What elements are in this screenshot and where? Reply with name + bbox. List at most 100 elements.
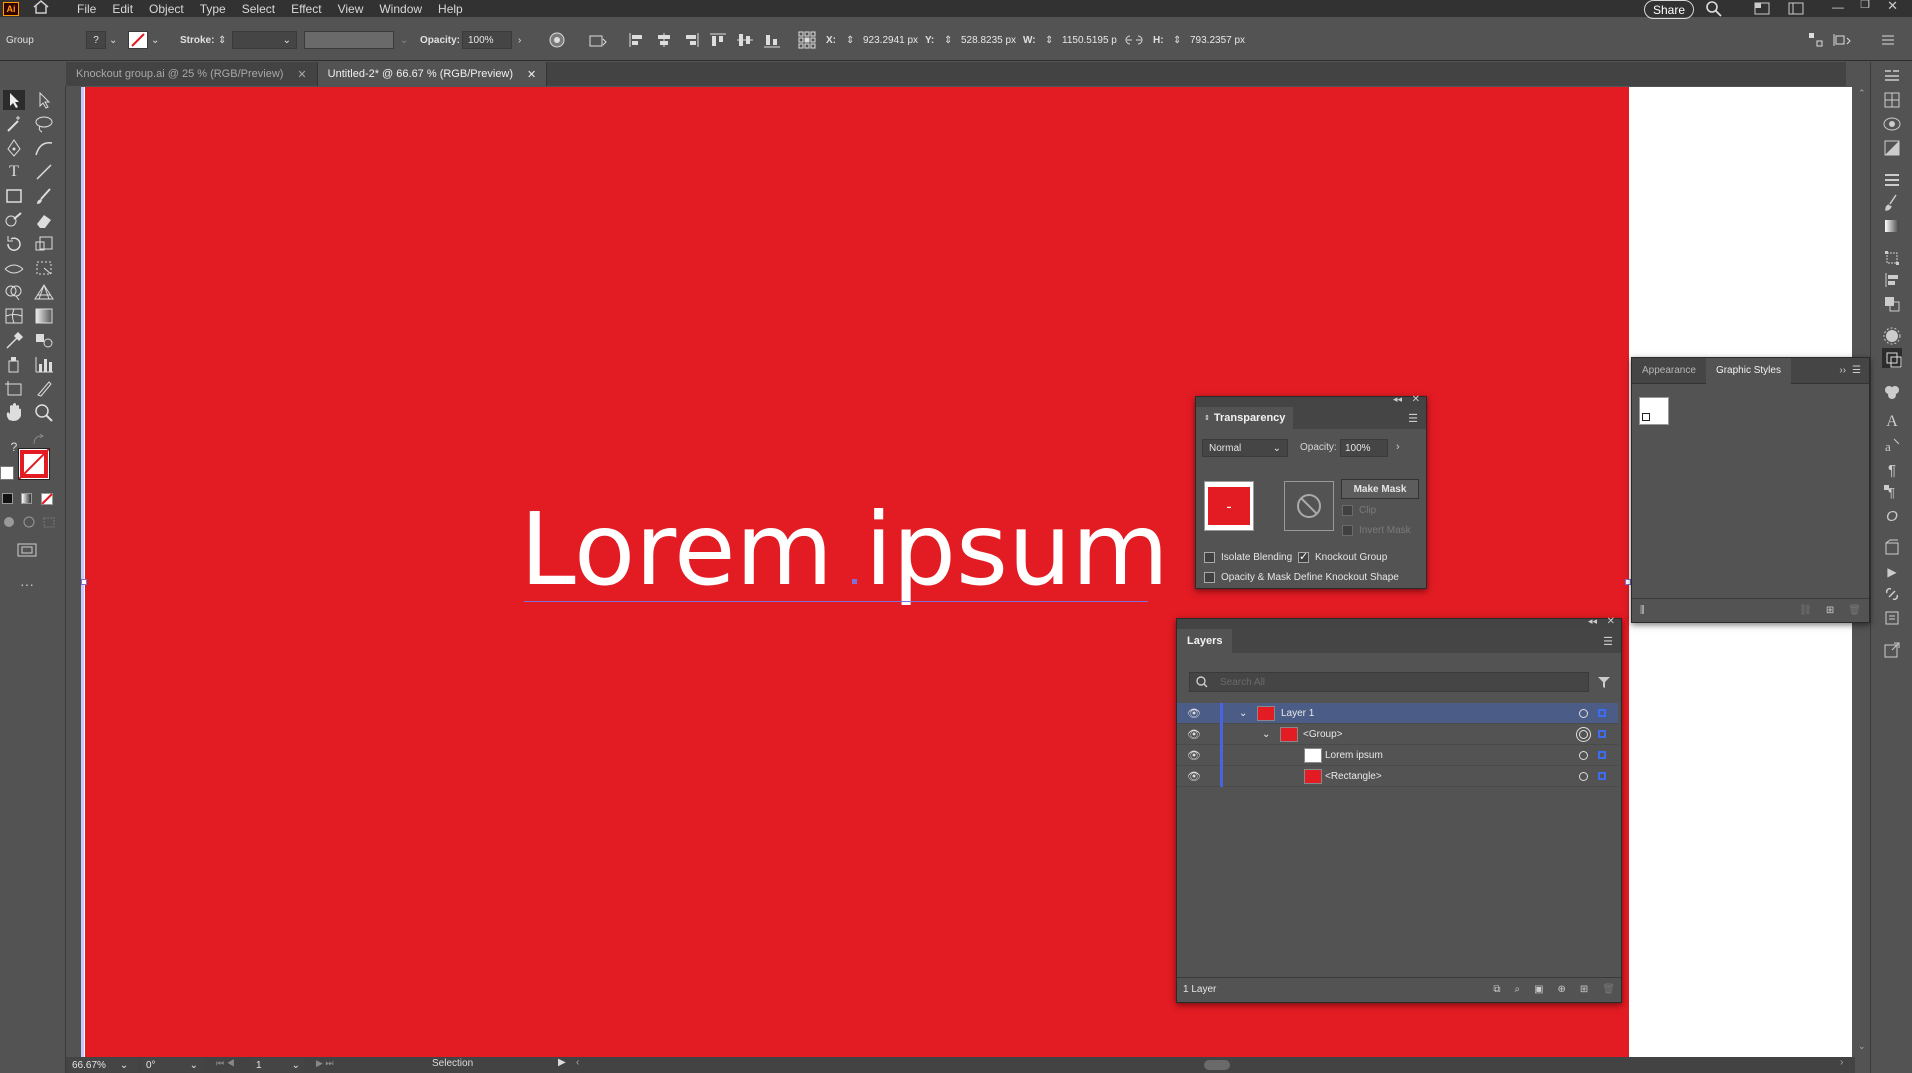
panel-title-bar[interactable]: ◂◂ ✕ xyxy=(1196,394,1426,407)
minimize-window-icon[interactable]: — xyxy=(1832,0,1844,14)
make-mask-button[interactable]: Make Mask xyxy=(1341,479,1419,499)
glyphs-icon[interactable]: a xyxy=(1882,436,1902,456)
layer-row-layer-1[interactable]: 👁 ⌄ Layer 1 xyxy=(1177,703,1618,724)
transform-options-icon[interactable] xyxy=(1808,32,1824,48)
chevron-down-icon[interactable]: ⌄ xyxy=(151,35,159,46)
hand-tool-icon[interactable] xyxy=(2,401,26,423)
tab-knockout-group[interactable]: Knockout group.ai @ 25 % (RGB/Preview) ✕ xyxy=(66,62,318,86)
transparency-panel-icon[interactable] xyxy=(1882,326,1902,346)
zoom-tool-icon[interactable] xyxy=(32,401,56,423)
opacity-input[interactable]: 100% xyxy=(1340,439,1388,457)
artboard-tool-icon[interactable] xyxy=(2,377,26,399)
chevron-down-icon[interactable]: ⌄ xyxy=(109,35,117,46)
make-clipping-mask-icon[interactable]: ▣ xyxy=(1534,984,1543,995)
panel-menu-icon[interactable]: ☰ xyxy=(1852,365,1861,376)
object-thumbnail[interactable]: ▬ xyxy=(1204,481,1254,531)
graphic-styles-library-icon[interactable]: ⫼ xyxy=(1640,605,1645,616)
draw-normal-icon[interactable] xyxy=(2,516,16,528)
gradient-tool-icon[interactable] xyxy=(32,305,56,327)
close-icon[interactable]: ✕ xyxy=(1607,616,1615,627)
bounding-box-handle-left[interactable] xyxy=(81,579,87,585)
color-mode-icon[interactable] xyxy=(2,493,13,504)
layer-row-group[interactable]: 👁 ⌄ <Group> xyxy=(1177,724,1618,745)
recolor-artwork-icon[interactable] xyxy=(548,31,566,49)
slice-tool-icon[interactable] xyxy=(32,377,56,399)
workspace-icon[interactable] xyxy=(1754,2,1770,18)
artboard-navigation[interactable]: 1 ⌄ xyxy=(252,1058,304,1072)
stroke-panel-icon[interactable] xyxy=(1882,170,1902,190)
menu-type[interactable]: Type xyxy=(192,2,234,16)
h-stepper[interactable]: ⇕ xyxy=(1173,19,1181,61)
shaper-tool-icon[interactable] xyxy=(2,209,26,231)
menu-view[interactable]: View xyxy=(330,2,372,16)
stroke-weight-stepper[interactable]: ⇕ xyxy=(218,35,226,46)
align-bottom-icon[interactable] xyxy=(763,32,781,48)
magic-wand-tool-icon[interactable] xyxy=(2,113,26,135)
scroll-left-icon[interactable]: ‹ xyxy=(576,1057,579,1068)
locate-object-icon[interactable]: ⌕ xyxy=(1514,984,1520,995)
scale-tool-icon[interactable] xyxy=(32,233,56,255)
tab-transparency[interactable]: ⇕ Transparency xyxy=(1196,407,1294,429)
stroke-swatch[interactable] xyxy=(128,31,148,49)
layer-name[interactable]: Layer 1 xyxy=(1281,708,1314,719)
eyedropper-tool-icon[interactable] xyxy=(2,329,26,351)
collapse-panel-icon[interactable]: ›› xyxy=(1839,365,1846,376)
constrain-proportions-icon[interactable] xyxy=(1125,33,1143,47)
align-vertical-center-icon[interactable] xyxy=(736,32,754,48)
chevron-right-icon[interactable]: › xyxy=(1396,441,1400,453)
character-panel-icon[interactable]: A xyxy=(1882,412,1902,432)
panel-menu-icon[interactable] xyxy=(1880,33,1896,47)
scroll-up-icon[interactable]: ⌃ xyxy=(1858,88,1866,99)
rotate-tool-icon[interactable] xyxy=(2,233,26,255)
filter-icon[interactable] xyxy=(1597,675,1611,689)
appearance-panel-icon[interactable] xyxy=(1882,348,1902,368)
artboards-panel-icon[interactable] xyxy=(1882,608,1902,628)
target-icon[interactable] xyxy=(1579,750,1588,760)
home-icon[interactable] xyxy=(33,0,49,17)
width-tool-icon[interactable] xyxy=(2,257,26,279)
paragraph-styles-icon[interactable]: ¶ xyxy=(1882,482,1902,502)
blend-mode-select[interactable]: Normal ⌄ xyxy=(1202,439,1288,457)
perspective-grid-tool-icon[interactable] xyxy=(32,281,56,303)
y-stepper[interactable]: ⇕ xyxy=(944,19,952,61)
align-panel-icon[interactable] xyxy=(1882,270,1902,290)
selection-indicator[interactable] xyxy=(1598,772,1606,780)
layers-search-field[interactable]: Search All xyxy=(1189,672,1589,692)
close-icon[interactable]: ✕ xyxy=(1412,394,1420,405)
knockout-group-checkbox[interactable] xyxy=(1298,550,1309,563)
menu-object[interactable]: Object xyxy=(141,2,192,16)
paintbrush-tool-icon[interactable] xyxy=(32,185,56,207)
pathfinder-icon[interactable] xyxy=(1882,294,1902,314)
chevron-right-icon[interactable]: › xyxy=(518,19,521,61)
opentype-icon[interactable]: O xyxy=(1882,506,1902,526)
scroll-down-icon[interactable]: ⌄ xyxy=(1858,1041,1866,1052)
new-style-icon[interactable]: ⊞ xyxy=(1826,605,1834,616)
menu-window[interactable]: Window xyxy=(371,2,430,16)
layer-row-rectangle[interactable]: 👁 <Rectangle> xyxy=(1177,766,1618,787)
gradient-mode-icon[interactable] xyxy=(21,493,32,504)
collect-for-export-icon[interactable]: ⧉ xyxy=(1493,984,1500,995)
menu-file[interactable]: File xyxy=(69,2,104,16)
selection-indicator[interactable] xyxy=(1598,730,1606,738)
align-top-icon[interactable] xyxy=(709,32,727,48)
panel-menu-icon[interactable]: ☰ xyxy=(1603,635,1613,648)
chevron-down-icon[interactable]: ⌄ xyxy=(1239,708,1247,719)
free-transform-tool-icon[interactable] xyxy=(32,257,56,279)
variable-width-profile[interactable] xyxy=(304,31,394,49)
gradient-panel-icon[interactable] xyxy=(1882,216,1902,236)
eraser-tool-icon[interactable] xyxy=(32,209,56,231)
lasso-tool-icon[interactable] xyxy=(32,113,56,135)
collapse-panel-icon[interactable]: ◂◂ xyxy=(1588,616,1597,627)
collapse-panel-icon[interactable]: ◂◂ xyxy=(1393,394,1402,405)
chevron-down-icon[interactable]: ⌄ xyxy=(1262,729,1270,740)
align-horizontal-center-icon[interactable] xyxy=(655,32,673,48)
close-icon[interactable]: ✕ xyxy=(297,68,306,81)
shape-builder-tool-icon[interactable] xyxy=(2,281,26,303)
first-artboard-icon[interactable]: ⏮ ◀ xyxy=(216,1058,235,1069)
close-icon[interactable]: ✕ xyxy=(527,68,536,81)
status-menu-icon[interactable]: ▶ xyxy=(558,1057,566,1068)
zoom-select[interactable]: 66.67% ⌄ xyxy=(68,1058,138,1072)
layer-row-lorem-ipsum[interactable]: 👁 Lorem ipsum xyxy=(1177,745,1618,766)
line-segment-tool-icon[interactable] xyxy=(32,161,56,183)
none-mode-icon[interactable] xyxy=(41,493,53,505)
